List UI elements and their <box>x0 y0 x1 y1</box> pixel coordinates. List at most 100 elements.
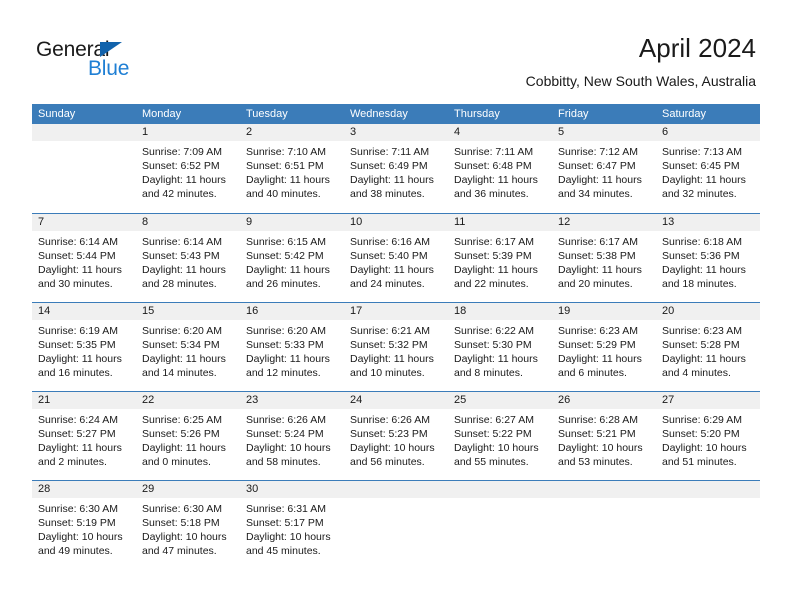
calendar-day-cell[interactable]: 3 Sunrise: 7:11 AM Sunset: 6:49 PM Daylight… <box>344 124 448 213</box>
calendar-day-cell[interactable]: 19 Sunrise: 6:23 AM Sunset: 5:29 PM Dayligh… <box>552 303 656 391</box>
day-sun-info: Sunrise: 6:25 AM Sunset: 5:26 PM Daylight:… <box>136 409 240 469</box>
day-number: 28 <box>32 481 136 498</box>
day-number: 12 <box>552 214 656 231</box>
calendar-day-cell[interactable]: 28 Sunrise: 6:30 AM Sunset: 5:19 PM Dayligh… <box>32 481 136 569</box>
day-daylight2-text: and 47 minutes. <box>142 545 217 557</box>
day-sunset-text: Sunset: 5:18 PM <box>142 517 220 529</box>
day-sunset-text: Sunset: 6:45 PM <box>662 160 740 172</box>
day-sunrise-text: Sunrise: 6:23 AM <box>662 325 742 337</box>
day-daylight2-text: and 28 minutes. <box>142 278 217 290</box>
calendar-day-cell[interactable]: 4 Sunrise: 7:11 AM Sunset: 6:48 PM Daylight… <box>448 124 552 213</box>
day-daylight2-text: and 42 minutes. <box>142 188 217 200</box>
day-sun-info: Sunrise: 6:26 AM Sunset: 5:23 PM Daylight:… <box>344 409 448 469</box>
calendar-day-cell[interactable]: 6 Sunrise: 7:13 AM Sunset: 6:45 PM Daylight… <box>656 124 760 213</box>
day-sun-info: Sunrise: 6:26 AM Sunset: 5:24 PM Daylight:… <box>240 409 344 469</box>
calendar-day-cell[interactable]: 13 Sunrise: 6:18 AM Sunset: 5:36 PM Dayligh… <box>656 214 760 302</box>
calendar-day-cell[interactable]: 20 Sunrise: 6:23 AM Sunset: 5:28 PM Dayligh… <box>656 303 760 391</box>
day-sunrise-text: Sunrise: 7:10 AM <box>246 146 326 158</box>
day-sunset-text: Sunset: 5:20 PM <box>662 428 740 440</box>
day-daylight2-text: and 58 minutes. <box>246 456 321 468</box>
calendar-day-cell[interactable]: 30 Sunrise: 6:31 AM Sunset: 5:17 PM Dayligh… <box>240 481 344 569</box>
day-number: 18 <box>448 303 552 320</box>
calendar-day-cell[interactable]: 5 Sunrise: 7:12 AM Sunset: 6:47 PM Daylight… <box>552 124 656 213</box>
calendar-day-cell[interactable]: 7 Sunrise: 6:14 AM Sunset: 5:44 PM Daylight… <box>32 214 136 302</box>
day-sun-info: Sunrise: 6:20 AM Sunset: 5:34 PM Daylight:… <box>136 320 240 380</box>
calendar-day-cell[interactable]: 12 Sunrise: 6:17 AM Sunset: 5:38 PM Dayligh… <box>552 214 656 302</box>
day-daylight1-text: Daylight: 11 hours <box>662 264 746 276</box>
calendar-day-cell[interactable]: 17 Sunrise: 6:21 AM Sunset: 5:32 PM Dayligh… <box>344 303 448 391</box>
calendar-day-cell[interactable]: 25 Sunrise: 6:27 AM Sunset: 5:22 PM Dayligh… <box>448 392 552 480</box>
calendar-day-cell[interactable]: 18 Sunrise: 6:22 AM Sunset: 5:30 PM Dayligh… <box>448 303 552 391</box>
day-sunset-text: Sunset: 5:38 PM <box>558 250 636 262</box>
day-sun-info: Sunrise: 6:14 AM Sunset: 5:43 PM Daylight:… <box>136 231 240 291</box>
day-daylight1-text: Daylight: 11 hours <box>454 264 538 276</box>
calendar-day-cell[interactable]: 10 Sunrise: 6:16 AM Sunset: 5:40 PM Dayligh… <box>344 214 448 302</box>
day-number: 20 <box>656 303 760 320</box>
calendar-day-cell[interactable]: 29 Sunrise: 6:30 AM Sunset: 5:18 PM Dayligh… <box>136 481 240 569</box>
calendar-day-cell[interactable]: 23 Sunrise: 6:26 AM Sunset: 5:24 PM Dayligh… <box>240 392 344 480</box>
day-sunset-text: Sunset: 6:48 PM <box>454 160 532 172</box>
day-sunrise-text: Sunrise: 6:25 AM <box>142 414 222 426</box>
calendar-week-row: 7 Sunrise: 6:14 AM Sunset: 5:44 PM Daylight… <box>32 213 760 302</box>
day-daylight2-text: and 8 minutes. <box>454 367 523 379</box>
day-sunset-text: Sunset: 5:24 PM <box>246 428 324 440</box>
calendar-week-row: 14 Sunrise: 6:19 AM Sunset: 5:35 PM Dayligh… <box>32 302 760 391</box>
day-sunrise-text: Sunrise: 6:27 AM <box>454 414 534 426</box>
day-sun-info: Sunrise: 6:22 AM Sunset: 5:30 PM Daylight:… <box>448 320 552 380</box>
day-daylight2-text: and 30 minutes. <box>38 278 113 290</box>
day-number: 1 <box>136 124 240 141</box>
day-daylight1-text: Daylight: 11 hours <box>38 353 122 365</box>
day-sunrise-text: Sunrise: 7:11 AM <box>350 146 430 158</box>
logo-triangle-icon <box>100 42 122 57</box>
calendar-day-cell-empty <box>344 481 448 569</box>
day-sunset-text: Sunset: 5:26 PM <box>142 428 220 440</box>
calendar-day-cell[interactable]: 26 Sunrise: 6:28 AM Sunset: 5:21 PM Dayligh… <box>552 392 656 480</box>
day-sun-info: Sunrise: 6:18 AM Sunset: 5:36 PM Daylight:… <box>656 231 760 291</box>
day-daylight1-text: Daylight: 11 hours <box>246 174 330 186</box>
day-sun-info: Sunrise: 6:27 AM Sunset: 5:22 PM Daylight:… <box>448 409 552 469</box>
day-sun-info: Sunrise: 6:19 AM Sunset: 5:35 PM Daylight:… <box>32 320 136 380</box>
day-daylight1-text: Daylight: 11 hours <box>454 353 538 365</box>
day-number: 15 <box>136 303 240 320</box>
day-number: 13 <box>656 214 760 231</box>
calendar-day-cell[interactable]: 22 Sunrise: 6:25 AM Sunset: 5:26 PM Dayligh… <box>136 392 240 480</box>
day-sun-info: Sunrise: 6:20 AM Sunset: 5:33 PM Daylight:… <box>240 320 344 380</box>
day-daylight2-text: and 55 minutes. <box>454 456 529 468</box>
calendar-day-cell[interactable]: 27 Sunrise: 6:29 AM Sunset: 5:20 PM Dayligh… <box>656 392 760 480</box>
weekday-header-sunday: Sunday <box>38 108 76 120</box>
day-sun-info: Sunrise: 6:23 AM Sunset: 5:28 PM Daylight:… <box>656 320 760 380</box>
day-sun-info: Sunrise: 6:14 AM Sunset: 5:44 PM Daylight:… <box>32 231 136 291</box>
day-daylight1-text: Daylight: 11 hours <box>142 442 226 454</box>
day-sunrise-text: Sunrise: 6:20 AM <box>246 325 326 337</box>
calendar-day-cell[interactable]: 15 Sunrise: 6:20 AM Sunset: 5:34 PM Dayligh… <box>136 303 240 391</box>
day-number: 10 <box>344 214 448 231</box>
day-sun-info: Sunrise: 7:09 AM Sunset: 6:52 PM Daylight:… <box>136 141 240 201</box>
day-number: 8 <box>136 214 240 231</box>
calendar-day-cell[interactable]: 1 Sunrise: 7:09 AM Sunset: 6:52 PM Daylight… <box>136 124 240 213</box>
day-sunset-text: Sunset: 5:30 PM <box>454 339 532 351</box>
day-number: 19 <box>552 303 656 320</box>
calendar-day-cell[interactable]: 16 Sunrise: 6:20 AM Sunset: 5:33 PM Dayligh… <box>240 303 344 391</box>
day-daylight2-text: and 45 minutes. <box>246 545 321 557</box>
calendar-day-cell[interactable]: 8 Sunrise: 6:14 AM Sunset: 5:43 PM Daylight… <box>136 214 240 302</box>
day-daylight2-text: and 36 minutes. <box>454 188 529 200</box>
weekday-header-tuesday: Tuesday <box>246 108 288 120</box>
day-sunset-text: Sunset: 5:43 PM <box>142 250 220 262</box>
day-daylight2-text: and 53 minutes. <box>558 456 633 468</box>
day-sunset-text: Sunset: 5:28 PM <box>662 339 740 351</box>
calendar-day-cell[interactable]: 9 Sunrise: 6:15 AM Sunset: 5:42 PM Daylight… <box>240 214 344 302</box>
weekday-header-thursday: Thursday <box>454 108 500 120</box>
day-sun-info: Sunrise: 6:30 AM Sunset: 5:18 PM Daylight:… <box>136 498 240 558</box>
day-sunset-text: Sunset: 6:47 PM <box>558 160 636 172</box>
day-sunrise-text: Sunrise: 6:17 AM <box>454 236 534 248</box>
day-sunrise-text: Sunrise: 6:17 AM <box>558 236 638 248</box>
day-daylight1-text: Daylight: 11 hours <box>662 174 746 186</box>
calendar-day-cell[interactable]: 14 Sunrise: 6:19 AM Sunset: 5:35 PM Dayligh… <box>32 303 136 391</box>
calendar-day-cell[interactable]: 21 Sunrise: 6:24 AM Sunset: 5:27 PM Dayligh… <box>32 392 136 480</box>
calendar-day-cell[interactable]: 11 Sunrise: 6:17 AM Sunset: 5:39 PM Dayligh… <box>448 214 552 302</box>
calendar-day-cell[interactable]: 2 Sunrise: 7:10 AM Sunset: 6:51 PM Daylight… <box>240 124 344 213</box>
calendar-day-cell[interactable]: 24 Sunrise: 6:26 AM Sunset: 5:23 PM Dayligh… <box>344 392 448 480</box>
day-daylight2-text: and 12 minutes. <box>246 367 321 379</box>
day-daylight1-text: Daylight: 10 hours <box>38 531 123 543</box>
day-number <box>656 481 760 498</box>
